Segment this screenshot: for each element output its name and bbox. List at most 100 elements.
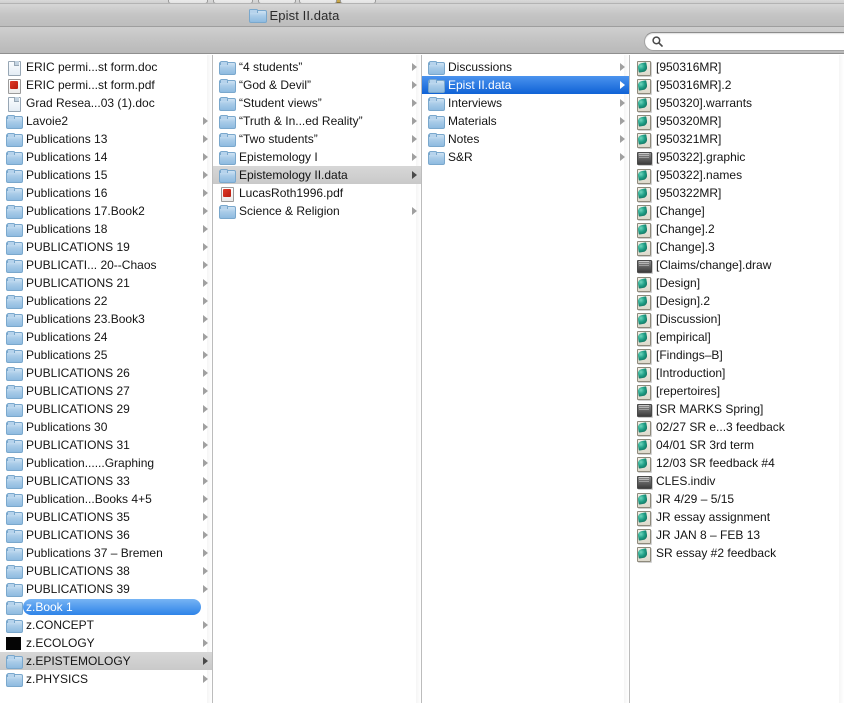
column-item[interactable]: “God & Devil” <box>213 76 421 94</box>
column-item[interactable]: [Design].2 <box>630 292 844 310</box>
disclosure-arrow-icon[interactable] <box>203 171 208 179</box>
column-item[interactable]: “4 students” <box>213 58 421 76</box>
column-item[interactable]: z.EPISTEMOLOGY <box>0 652 212 670</box>
column-item[interactable]: [950316MR].2 <box>630 76 844 94</box>
column-item[interactable]: [950320MR] <box>630 112 844 130</box>
disclosure-arrow-icon[interactable] <box>203 549 208 557</box>
column-item[interactable]: PUBLICATIONS 35 <box>0 508 212 526</box>
column-item[interactable]: [Findings–B] <box>630 346 844 364</box>
column-item[interactable]: PUBLICATIONS 39 <box>0 580 212 598</box>
column-item[interactable]: S&R <box>422 148 629 166</box>
column-item[interactable]: [Design] <box>630 274 844 292</box>
column-item[interactable]: LucasRoth1996.pdf <box>213 184 421 202</box>
window-titlebar[interactable]: Epist II.data <box>0 4 844 27</box>
column-item[interactable]: JR essay assignment <box>630 508 844 526</box>
disclosure-arrow-icon[interactable] <box>620 63 625 71</box>
column-item[interactable]: PUBLICATIONS 31 <box>0 436 212 454</box>
disclosure-arrow-icon[interactable] <box>203 225 208 233</box>
disclosure-arrow-icon[interactable] <box>620 135 625 143</box>
column-item[interactable]: z.Book 1 <box>0 598 212 616</box>
column-item[interactable]: ERIC permi...st form.doc <box>0 58 212 76</box>
column-item[interactable]: CLES.indiv <box>630 472 844 490</box>
disclosure-arrow-icon[interactable] <box>203 351 208 359</box>
column-item[interactable]: [950316MR] <box>630 58 844 76</box>
column-item[interactable]: PUBLICATIONS 38 <box>0 562 212 580</box>
disclosure-arrow-icon[interactable] <box>203 603 208 611</box>
column-item[interactable]: [Change].3 <box>630 238 844 256</box>
disclosure-arrow-icon[interactable] <box>203 243 208 251</box>
column-item[interactable]: Notes <box>422 130 629 148</box>
column-item[interactable]: ERIC permi...st form.pdf <box>0 76 212 94</box>
disclosure-arrow-icon[interactable] <box>203 387 208 395</box>
column-item[interactable]: PUBLICATIONS 27 <box>0 382 212 400</box>
column-item[interactable]: “Two students” <box>213 130 421 148</box>
search-field[interactable] <box>644 32 844 51</box>
disclosure-arrow-icon[interactable] <box>412 81 417 89</box>
column-item[interactable]: 12/03 SR feedback #4 <box>630 454 844 472</box>
disclosure-arrow-icon[interactable] <box>203 153 208 161</box>
disclosure-arrow-icon[interactable] <box>203 441 208 449</box>
column-item[interactable]: 02/27 SR e...3 feedback <box>630 418 844 436</box>
column-item[interactable]: Publications 22 <box>0 292 212 310</box>
column-item[interactable]: [Change] <box>630 202 844 220</box>
column-item[interactable]: Publications 24 <box>0 328 212 346</box>
disclosure-arrow-icon[interactable] <box>203 585 208 593</box>
column-item[interactable]: [Change].2 <box>630 220 844 238</box>
column-item[interactable]: PUBLICATI... 20--Chaos <box>0 256 212 274</box>
column-item[interactable]: [empirical] <box>630 328 844 346</box>
column-item[interactable]: Publications 37 – Bremen <box>0 544 212 562</box>
column-item[interactable]: “Student views” <box>213 94 421 112</box>
disclosure-arrow-icon[interactable] <box>412 99 417 107</box>
disclosure-arrow-icon[interactable] <box>412 153 417 161</box>
column-item[interactable]: SR essay #2 feedback <box>630 544 844 562</box>
column-item[interactable]: PUBLICATIONS 29 <box>0 400 212 418</box>
window-proxy-item[interactable]: Epist II.data <box>248 8 340 23</box>
disclosure-arrow-icon[interactable] <box>203 639 208 647</box>
column-item[interactable]: Epistemology I <box>213 148 421 166</box>
disclosure-arrow-icon[interactable] <box>203 495 208 503</box>
column-item[interactable]: [950322].graphic <box>630 148 844 166</box>
column-item[interactable]: 04/01 SR 3rd term <box>630 436 844 454</box>
column-item[interactable]: PUBLICATIONS 26 <box>0 364 212 382</box>
disclosure-arrow-icon[interactable] <box>203 333 208 341</box>
column-item[interactable]: Publications 23.Book3 <box>0 310 212 328</box>
disclosure-arrow-icon[interactable] <box>203 657 208 665</box>
disclosure-arrow-icon[interactable] <box>620 117 625 125</box>
disclosure-arrow-icon[interactable] <box>203 477 208 485</box>
disclosure-arrow-icon[interactable] <box>203 117 208 125</box>
disclosure-arrow-icon[interactable] <box>203 279 208 287</box>
column-item[interactable]: JR 4/29 – 5/15 <box>630 490 844 508</box>
disclosure-arrow-icon[interactable] <box>203 189 208 197</box>
disclosure-arrow-icon[interactable] <box>620 81 625 89</box>
column-item[interactable]: [950320].warrants <box>630 94 844 112</box>
column-item[interactable]: [950322MR] <box>630 184 844 202</box>
disclosure-arrow-icon[interactable] <box>203 567 208 575</box>
disclosure-arrow-icon[interactable] <box>412 171 417 179</box>
column-item[interactable]: Epistemology II.data <box>213 166 421 184</box>
column-item[interactable]: [950321MR] <box>630 130 844 148</box>
column-item[interactable]: PUBLICATIONS 33 <box>0 472 212 490</box>
column-item[interactable]: z.ECOLOGY <box>0 634 212 652</box>
column-item[interactable]: Epist II.data <box>422 76 629 94</box>
column-item[interactable]: [950322].names <box>630 166 844 184</box>
column-item[interactable]: Publications 16 <box>0 184 212 202</box>
column-item[interactable]: Publication...Books 4+5 <box>0 490 212 508</box>
column-item[interactable]: Lavoie2 <box>0 112 212 130</box>
column-item[interactable]: Materials <box>422 112 629 130</box>
column-item[interactable]: Publications 17.Book2 <box>0 202 212 220</box>
column-item[interactable]: z.CONCEPT <box>0 616 212 634</box>
disclosure-arrow-icon[interactable] <box>412 135 417 143</box>
column-item[interactable]: PUBLICATIONS 21 <box>0 274 212 292</box>
disclosure-arrow-icon[interactable] <box>203 297 208 305</box>
column-item[interactable]: Publication......Graphing <box>0 454 212 472</box>
disclosure-arrow-icon[interactable] <box>203 459 208 467</box>
disclosure-arrow-icon[interactable] <box>412 117 417 125</box>
disclosure-arrow-icon[interactable] <box>620 153 625 161</box>
column-item[interactable]: [SR MARKS Spring] <box>630 400 844 418</box>
column-item[interactable]: Interviews <box>422 94 629 112</box>
column-item[interactable]: [repertoires] <box>630 382 844 400</box>
disclosure-arrow-icon[interactable] <box>203 513 208 521</box>
column-item[interactable]: PUBLICATIONS 19 <box>0 238 212 256</box>
column-item[interactable]: Publications 18 <box>0 220 212 238</box>
column-item[interactable]: Publications 15 <box>0 166 212 184</box>
